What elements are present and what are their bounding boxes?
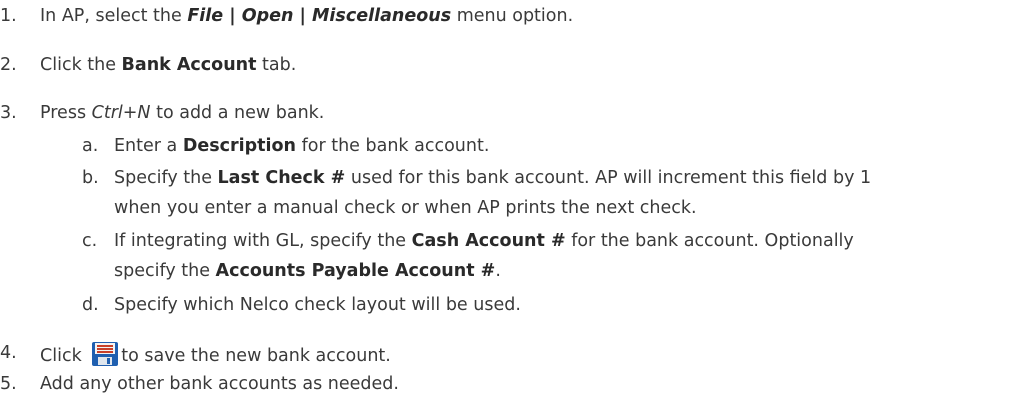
step-number: 2. [0, 55, 17, 75]
step-number: 5. [0, 374, 17, 394]
menu-path: File | Open | Miscellaneous [187, 6, 452, 26]
step-number: 1. [0, 6, 17, 26]
shortcut-key: Ctrl+N [91, 103, 151, 123]
tab-name: Bank Account [121, 55, 257, 75]
save-floppy-icon [91, 341, 119, 367]
step-number: 3. [0, 103, 17, 123]
step-number: 4. [0, 343, 17, 363]
